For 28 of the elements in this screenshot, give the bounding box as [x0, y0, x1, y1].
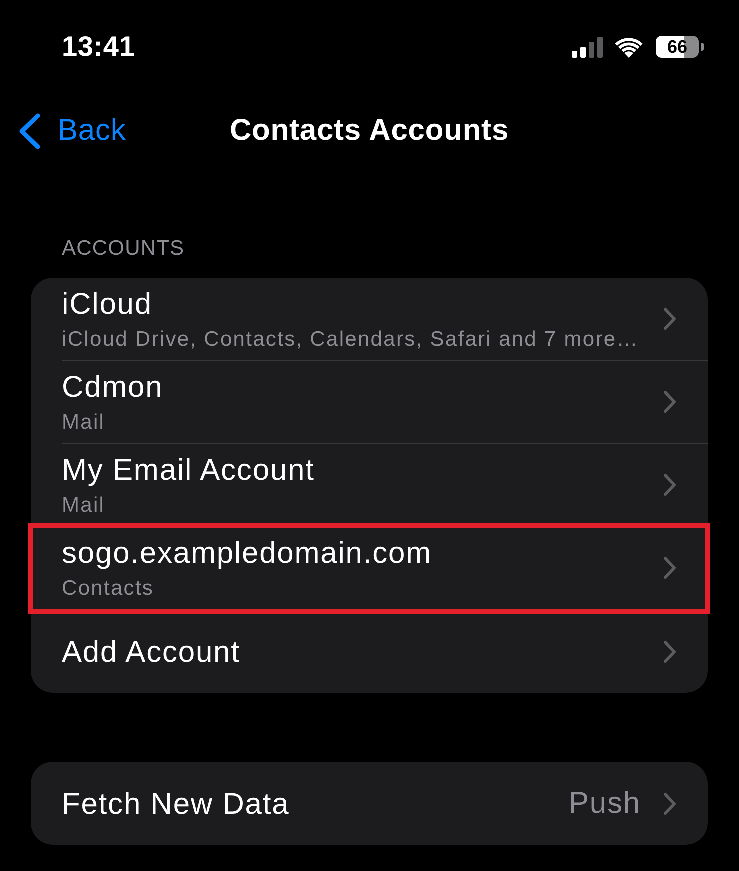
wifi-icon [614, 36, 644, 58]
chevron-icon [663, 390, 677, 414]
setting-label: Fetch New Data [62, 787, 290, 823]
chevron-icon [663, 640, 677, 664]
setting-value: Push [569, 786, 641, 822]
chevron-icon [663, 307, 677, 331]
battery-indicator: 66 [656, 36, 704, 58]
chevron-icon [663, 473, 677, 497]
account-name: Cdmon [62, 370, 164, 406]
account-row[interactable]: Cdmon Mail [31, 361, 708, 444]
back-chevron-icon [18, 112, 41, 150]
account-services: Mail [62, 493, 106, 519]
account-row[interactable]: iCloud iCloud Drive, Contacts, Calendars, Safari and 7 more… [31, 278, 708, 361]
account-services: Mail [62, 410, 106, 436]
account-name: sogo.exampledomain.com [62, 536, 432, 572]
chevron-icon [663, 556, 677, 580]
signal-icon [572, 36, 604, 58]
chevron-icon [663, 792, 677, 816]
page-title: Contacts Accounts [230, 113, 510, 149]
back-button[interactable]: Back [0, 112, 126, 150]
account-name: My Email Account [62, 453, 315, 489]
account-services: iCloud Drive, Contacts, Calendars, Safari and 7 more… [62, 327, 639, 353]
setting-row[interactable]: Fetch New Data Push [31, 762, 708, 845]
account-name: Add Account [62, 635, 240, 671]
section-header: ACCOUNTS [62, 236, 185, 262]
status-time: 13:41 [62, 31, 136, 63]
account-services: Contacts [62, 576, 154, 602]
account-name: iCloud [62, 287, 152, 323]
